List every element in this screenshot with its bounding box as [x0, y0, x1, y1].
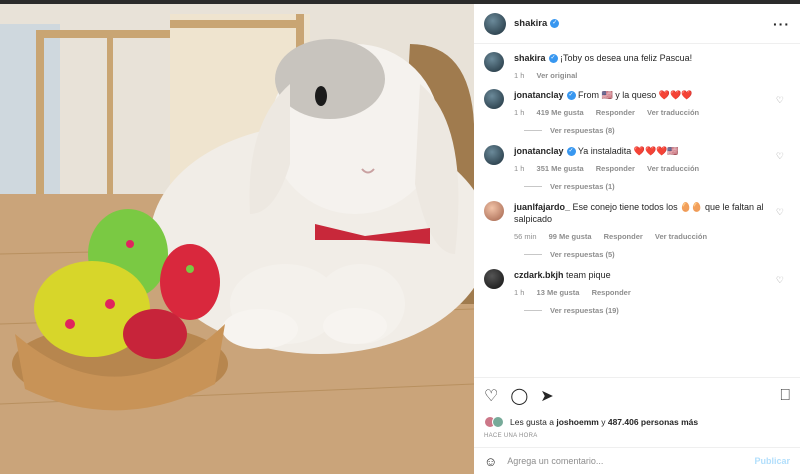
comment-item: jonatanclay ✓ From 🇺🇸 y la queso ❤️❤️❤️ 1…: [484, 89, 790, 119]
likes-user[interactable]: joshoemm: [556, 417, 599, 427]
reply-button[interactable]: Responder: [592, 288, 631, 297]
post-header: shakira ✓ ···: [474, 4, 800, 44]
view-replies-button[interactable]: Ver respuestas (19): [524, 306, 790, 315]
comment-input[interactable]: Agrega un comentario...: [507, 456, 754, 466]
caption-item: shakira ✓ ¡Toby os desea una feliz Pascua…: [484, 52, 790, 82]
comment-avatar[interactable]: [484, 269, 504, 289]
liker-avatar: [492, 416, 504, 428]
comment-item: jonatanclay ✓ Ya instaladita ❤️❤️❤️🇺🇸 1 h…: [484, 145, 790, 175]
post-date: HACE UNA HORA: [484, 433, 538, 439]
more-options-icon[interactable]: ···: [773, 16, 790, 32]
comment-heart-icon[interactable]: ♡: [776, 95, 784, 106]
caption-username[interactable]: shakira: [514, 53, 546, 63]
comment-icon[interactable]: ◯: [510, 386, 528, 406]
comment-item: czdark.bkjh team pique 1 h 13 Me gusta R…: [484, 269, 790, 299]
likes-mid: y: [601, 417, 606, 427]
author-avatar[interactable]: [484, 12, 506, 35]
likes-prefix: Les gusta a: [510, 417, 554, 427]
comment-time: 1 h: [514, 288, 525, 297]
reply-button[interactable]: Responder: [596, 108, 635, 117]
comment-time: 1 h: [514, 164, 525, 173]
post-image[interactable]: [0, 4, 474, 474]
see-original-link[interactable]: Ver original: [537, 71, 578, 80]
translate-link[interactable]: Ver traducción: [647, 108, 699, 117]
verified-badge-icon: ✓: [550, 19, 560, 28]
comment-time: 56 min: [514, 232, 537, 241]
post-actions: ♡ ◯ ➤ ⎕ Les gusta a joshoemm y 487.406 p…: [474, 377, 800, 439]
caption-time: 1 h: [514, 71, 525, 80]
comment-avatar[interactable]: [484, 89, 504, 109]
translate-link[interactable]: Ver traducción: [647, 164, 699, 173]
comment-avatar[interactable]: [484, 201, 504, 221]
comment-heart-icon[interactable]: ♡: [776, 275, 784, 286]
comment-likes[interactable]: 13 Me gusta: [537, 288, 580, 297]
caption-text: ¡Toby os desea una feliz Pascua!: [560, 53, 693, 63]
author-avatar-small[interactable]: [484, 52, 504, 72]
likes-count[interactable]: 487.406 personas más: [608, 417, 698, 427]
verified-badge-icon: ✓: [548, 54, 558, 64]
comment-text: team pique: [566, 270, 611, 280]
emoji-icon[interactable]: ☺: [484, 454, 497, 469]
bookmark-icon[interactable]: ⎕: [780, 387, 790, 405]
verified-badge-icon: ✓: [566, 91, 576, 101]
comment-username[interactable]: juanlfajardo_: [514, 202, 570, 212]
comment-heart-icon[interactable]: ♡: [776, 151, 784, 162]
comment-username[interactable]: czdark.bkjh: [514, 270, 564, 280]
comment-text: From 🇺🇸 y la queso ❤️❤️❤️: [578, 90, 693, 100]
post-side-panel: shakira ✓ ··· shakira ✓ ¡Toby os desea un…: [474, 4, 800, 474]
action-icons-row: ♡ ◯ ➤ ⎕: [484, 386, 790, 406]
author-username[interactable]: shakira: [514, 18, 547, 29]
comment-avatar[interactable]: [484, 145, 504, 165]
publish-button[interactable]: Publicar: [754, 456, 790, 466]
comment-likes[interactable]: 99 Me gusta: [549, 232, 592, 241]
reply-button[interactable]: Responder: [604, 232, 643, 241]
share-icon[interactable]: ➤: [540, 386, 553, 406]
verified-badge-icon: ✓: [566, 147, 576, 157]
comment-likes[interactable]: 351 Me gusta: [537, 164, 584, 173]
bunny-easter-photo: [0, 4, 474, 474]
view-replies-button[interactable]: Ver respuestas (8): [524, 126, 790, 135]
view-replies-button[interactable]: Ver respuestas (5): [524, 250, 790, 259]
comment-time: 1 h: [514, 108, 525, 117]
comment-username[interactable]: jonatanclay: [514, 146, 564, 156]
comment-text: Ya instaladita ❤️❤️❤️🇺🇸: [577, 146, 679, 156]
comment-item: juanlfajardo_ Ese conejo tiene todos los…: [484, 201, 790, 243]
translate-link[interactable]: Ver traducción: [655, 232, 707, 241]
comment-heart-icon[interactable]: ♡: [776, 207, 784, 218]
heart-icon[interactable]: ♡: [484, 386, 498, 406]
reply-button[interactable]: Responder: [596, 164, 635, 173]
view-replies-button[interactable]: Ver respuestas (1): [524, 182, 790, 191]
add-comment-bar: ☺ Agrega un comentario... Publicar: [474, 447, 800, 474]
likes-summary: Les gusta a joshoemm y 487.406 personas …: [484, 416, 790, 428]
comment-username[interactable]: jonatanclay: [514, 90, 564, 100]
comments-list: shakira ✓ ¡Toby os desea una feliz Pascua…: [474, 44, 800, 372]
comment-likes[interactable]: 419 Me gusta: [537, 108, 584, 117]
